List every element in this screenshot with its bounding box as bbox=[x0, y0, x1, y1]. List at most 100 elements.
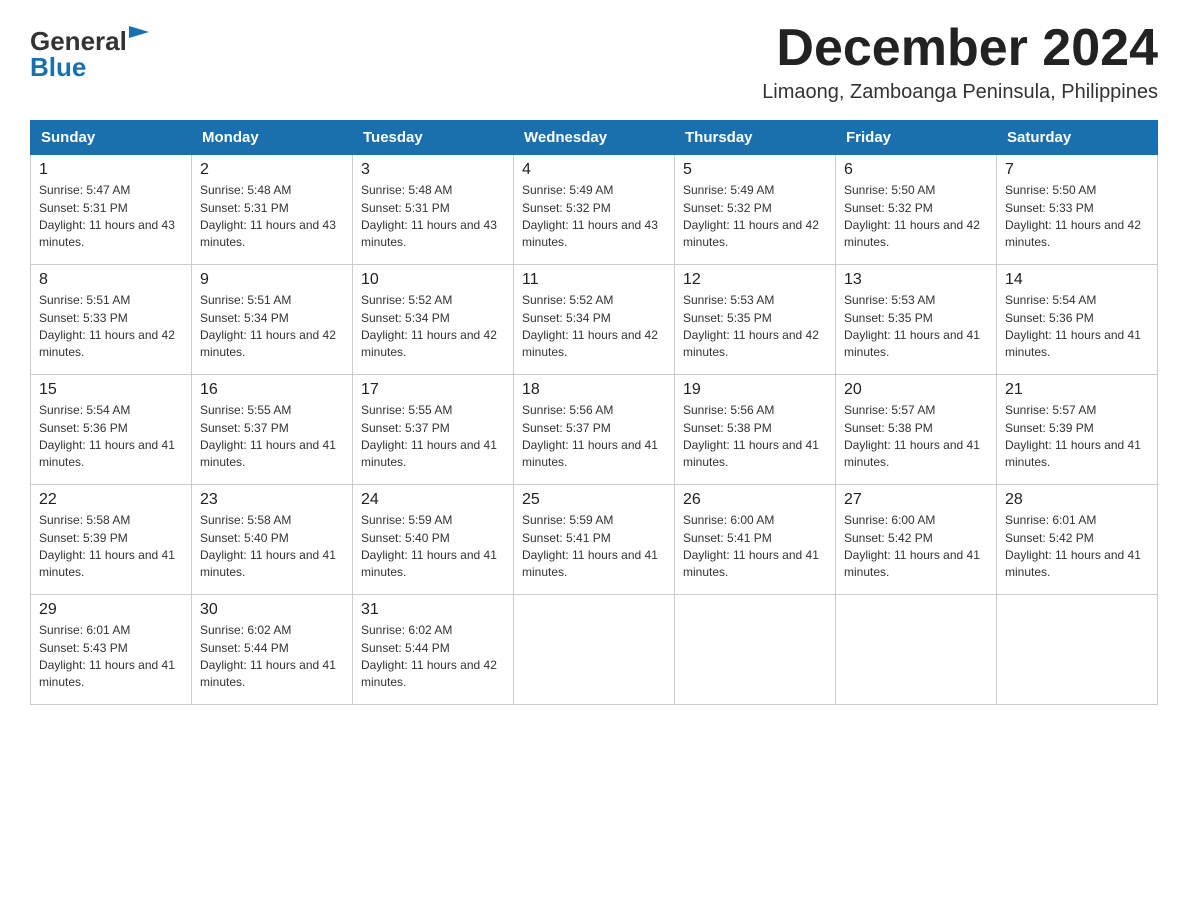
day-number: 13 bbox=[844, 271, 988, 289]
day-number: 22 bbox=[39, 491, 183, 509]
day-number: 16 bbox=[200, 381, 344, 399]
day-info: Sunrise: 6:00 AMSunset: 5:42 PMDaylight:… bbox=[844, 512, 988, 582]
table-row: 6 Sunrise: 5:50 AMSunset: 5:32 PMDayligh… bbox=[836, 155, 997, 265]
table-row: 10 Sunrise: 5:52 AMSunset: 5:34 PMDaylig… bbox=[353, 265, 514, 375]
col-sunday: Sunday bbox=[31, 121, 192, 155]
week-row-1: 1 Sunrise: 5:47 AMSunset: 5:31 PMDayligh… bbox=[31, 155, 1158, 265]
table-row: 1 Sunrise: 5:47 AMSunset: 5:31 PMDayligh… bbox=[31, 155, 192, 265]
day-info: Sunrise: 5:57 AMSunset: 5:38 PMDaylight:… bbox=[844, 402, 988, 472]
week-row-3: 15 Sunrise: 5:54 AMSunset: 5:36 PMDaylig… bbox=[31, 375, 1158, 485]
col-wednesday: Wednesday bbox=[514, 121, 675, 155]
table-row: 26 Sunrise: 6:00 AMSunset: 5:41 PMDaylig… bbox=[675, 485, 836, 595]
week-row-5: 29 Sunrise: 6:01 AMSunset: 5:43 PMDaylig… bbox=[31, 595, 1158, 705]
day-number: 6 bbox=[844, 161, 988, 179]
day-number: 20 bbox=[844, 381, 988, 399]
day-info: Sunrise: 5:53 AMSunset: 5:35 PMDaylight:… bbox=[683, 292, 827, 362]
table-row: 20 Sunrise: 5:57 AMSunset: 5:38 PMDaylig… bbox=[836, 375, 997, 485]
table-row: 27 Sunrise: 6:00 AMSunset: 5:42 PMDaylig… bbox=[836, 485, 997, 595]
day-info: Sunrise: 5:59 AMSunset: 5:41 PMDaylight:… bbox=[522, 512, 666, 582]
day-info: Sunrise: 5:56 AMSunset: 5:37 PMDaylight:… bbox=[522, 402, 666, 472]
day-info: Sunrise: 5:50 AMSunset: 5:33 PMDaylight:… bbox=[1005, 182, 1149, 252]
day-info: Sunrise: 5:49 AMSunset: 5:32 PMDaylight:… bbox=[522, 182, 666, 252]
day-info: Sunrise: 5:55 AMSunset: 5:37 PMDaylight:… bbox=[200, 402, 344, 472]
day-info: Sunrise: 5:47 AMSunset: 5:31 PMDaylight:… bbox=[39, 182, 183, 252]
day-info: Sunrise: 5:49 AMSunset: 5:32 PMDaylight:… bbox=[683, 182, 827, 252]
table-row: 3 Sunrise: 5:48 AMSunset: 5:31 PMDayligh… bbox=[353, 155, 514, 265]
day-number: 5 bbox=[683, 161, 827, 179]
table-row: 5 Sunrise: 5:49 AMSunset: 5:32 PMDayligh… bbox=[675, 155, 836, 265]
logo-blue-text: Blue bbox=[30, 54, 86, 80]
table-row: 8 Sunrise: 5:51 AMSunset: 5:33 PMDayligh… bbox=[31, 265, 192, 375]
location-subtitle: Limaong, Zamboanga Peninsula, Philippine… bbox=[762, 81, 1158, 104]
logo-flag-icon bbox=[129, 26, 149, 46]
table-row: 22 Sunrise: 5:58 AMSunset: 5:39 PMDaylig… bbox=[31, 485, 192, 595]
table-row: 30 Sunrise: 6:02 AMSunset: 5:44 PMDaylig… bbox=[192, 595, 353, 705]
day-info: Sunrise: 5:50 AMSunset: 5:32 PMDaylight:… bbox=[844, 182, 988, 252]
table-row bbox=[997, 595, 1158, 705]
table-row: 31 Sunrise: 6:02 AMSunset: 5:44 PMDaylig… bbox=[353, 595, 514, 705]
calendar-header-row: Sunday Monday Tuesday Wednesday Thursday… bbox=[31, 121, 1158, 155]
table-row: 19 Sunrise: 5:56 AMSunset: 5:38 PMDaylig… bbox=[675, 375, 836, 485]
table-row: 12 Sunrise: 5:53 AMSunset: 5:35 PMDaylig… bbox=[675, 265, 836, 375]
day-number: 1 bbox=[39, 161, 183, 179]
table-row: 9 Sunrise: 5:51 AMSunset: 5:34 PMDayligh… bbox=[192, 265, 353, 375]
day-info: Sunrise: 5:55 AMSunset: 5:37 PMDaylight:… bbox=[361, 402, 505, 472]
table-row: 23 Sunrise: 5:58 AMSunset: 5:40 PMDaylig… bbox=[192, 485, 353, 595]
day-number: 27 bbox=[844, 491, 988, 509]
day-info: Sunrise: 5:58 AMSunset: 5:40 PMDaylight:… bbox=[200, 512, 344, 582]
day-info: Sunrise: 5:54 AMSunset: 5:36 PMDaylight:… bbox=[39, 402, 183, 472]
day-info: Sunrise: 5:58 AMSunset: 5:39 PMDaylight:… bbox=[39, 512, 183, 582]
table-row bbox=[675, 595, 836, 705]
day-info: Sunrise: 6:02 AMSunset: 5:44 PMDaylight:… bbox=[200, 622, 344, 692]
day-info: Sunrise: 6:00 AMSunset: 5:41 PMDaylight:… bbox=[683, 512, 827, 582]
day-number: 23 bbox=[200, 491, 344, 509]
day-number: 12 bbox=[683, 271, 827, 289]
day-number: 30 bbox=[200, 601, 344, 619]
calendar-table: Sunday Monday Tuesday Wednesday Thursday… bbox=[30, 120, 1158, 705]
header: General Blue December 2024 Limaong, Zamb… bbox=[30, 20, 1158, 104]
table-row: 21 Sunrise: 5:57 AMSunset: 5:39 PMDaylig… bbox=[997, 375, 1158, 485]
title-area: December 2024 Limaong, Zamboanga Peninsu… bbox=[762, 20, 1158, 104]
table-row: 29 Sunrise: 6:01 AMSunset: 5:43 PMDaylig… bbox=[31, 595, 192, 705]
day-info: Sunrise: 5:51 AMSunset: 5:34 PMDaylight:… bbox=[200, 292, 344, 362]
day-info: Sunrise: 6:01 AMSunset: 5:43 PMDaylight:… bbox=[39, 622, 183, 692]
month-title: December 2024 bbox=[762, 20, 1158, 77]
day-info: Sunrise: 5:52 AMSunset: 5:34 PMDaylight:… bbox=[361, 292, 505, 362]
day-number: 2 bbox=[200, 161, 344, 179]
col-friday: Friday bbox=[836, 121, 997, 155]
day-number: 14 bbox=[1005, 271, 1149, 289]
table-row: 28 Sunrise: 6:01 AMSunset: 5:42 PMDaylig… bbox=[997, 485, 1158, 595]
logo: General Blue bbox=[30, 20, 149, 80]
day-info: Sunrise: 5:56 AMSunset: 5:38 PMDaylight:… bbox=[683, 402, 827, 472]
day-number: 31 bbox=[361, 601, 505, 619]
day-number: 25 bbox=[522, 491, 666, 509]
day-number: 28 bbox=[1005, 491, 1149, 509]
table-row: 4 Sunrise: 5:49 AMSunset: 5:32 PMDayligh… bbox=[514, 155, 675, 265]
table-row: 24 Sunrise: 5:59 AMSunset: 5:40 PMDaylig… bbox=[353, 485, 514, 595]
day-number: 11 bbox=[522, 271, 666, 289]
table-row: 2 Sunrise: 5:48 AMSunset: 5:31 PMDayligh… bbox=[192, 155, 353, 265]
day-number: 3 bbox=[361, 161, 505, 179]
day-number: 15 bbox=[39, 381, 183, 399]
col-saturday: Saturday bbox=[997, 121, 1158, 155]
day-number: 26 bbox=[683, 491, 827, 509]
table-row: 11 Sunrise: 5:52 AMSunset: 5:34 PMDaylig… bbox=[514, 265, 675, 375]
day-info: Sunrise: 5:57 AMSunset: 5:39 PMDaylight:… bbox=[1005, 402, 1149, 472]
table-row: 18 Sunrise: 5:56 AMSunset: 5:37 PMDaylig… bbox=[514, 375, 675, 485]
week-row-4: 22 Sunrise: 5:58 AMSunset: 5:39 PMDaylig… bbox=[31, 485, 1158, 595]
day-number: 17 bbox=[361, 381, 505, 399]
day-number: 21 bbox=[1005, 381, 1149, 399]
day-info: Sunrise: 5:51 AMSunset: 5:33 PMDaylight:… bbox=[39, 292, 183, 362]
day-info: Sunrise: 5:48 AMSunset: 5:31 PMDaylight:… bbox=[200, 182, 344, 252]
day-info: Sunrise: 5:53 AMSunset: 5:35 PMDaylight:… bbox=[844, 292, 988, 362]
table-row: 17 Sunrise: 5:55 AMSunset: 5:37 PMDaylig… bbox=[353, 375, 514, 485]
table-row: 14 Sunrise: 5:54 AMSunset: 5:36 PMDaylig… bbox=[997, 265, 1158, 375]
day-info: Sunrise: 5:52 AMSunset: 5:34 PMDaylight:… bbox=[522, 292, 666, 362]
table-row: 13 Sunrise: 5:53 AMSunset: 5:35 PMDaylig… bbox=[836, 265, 997, 375]
day-info: Sunrise: 5:59 AMSunset: 5:40 PMDaylight:… bbox=[361, 512, 505, 582]
day-number: 10 bbox=[361, 271, 505, 289]
day-number: 7 bbox=[1005, 161, 1149, 179]
table-row bbox=[836, 595, 997, 705]
day-number: 29 bbox=[39, 601, 183, 619]
table-row: 25 Sunrise: 5:59 AMSunset: 5:41 PMDaylig… bbox=[514, 485, 675, 595]
